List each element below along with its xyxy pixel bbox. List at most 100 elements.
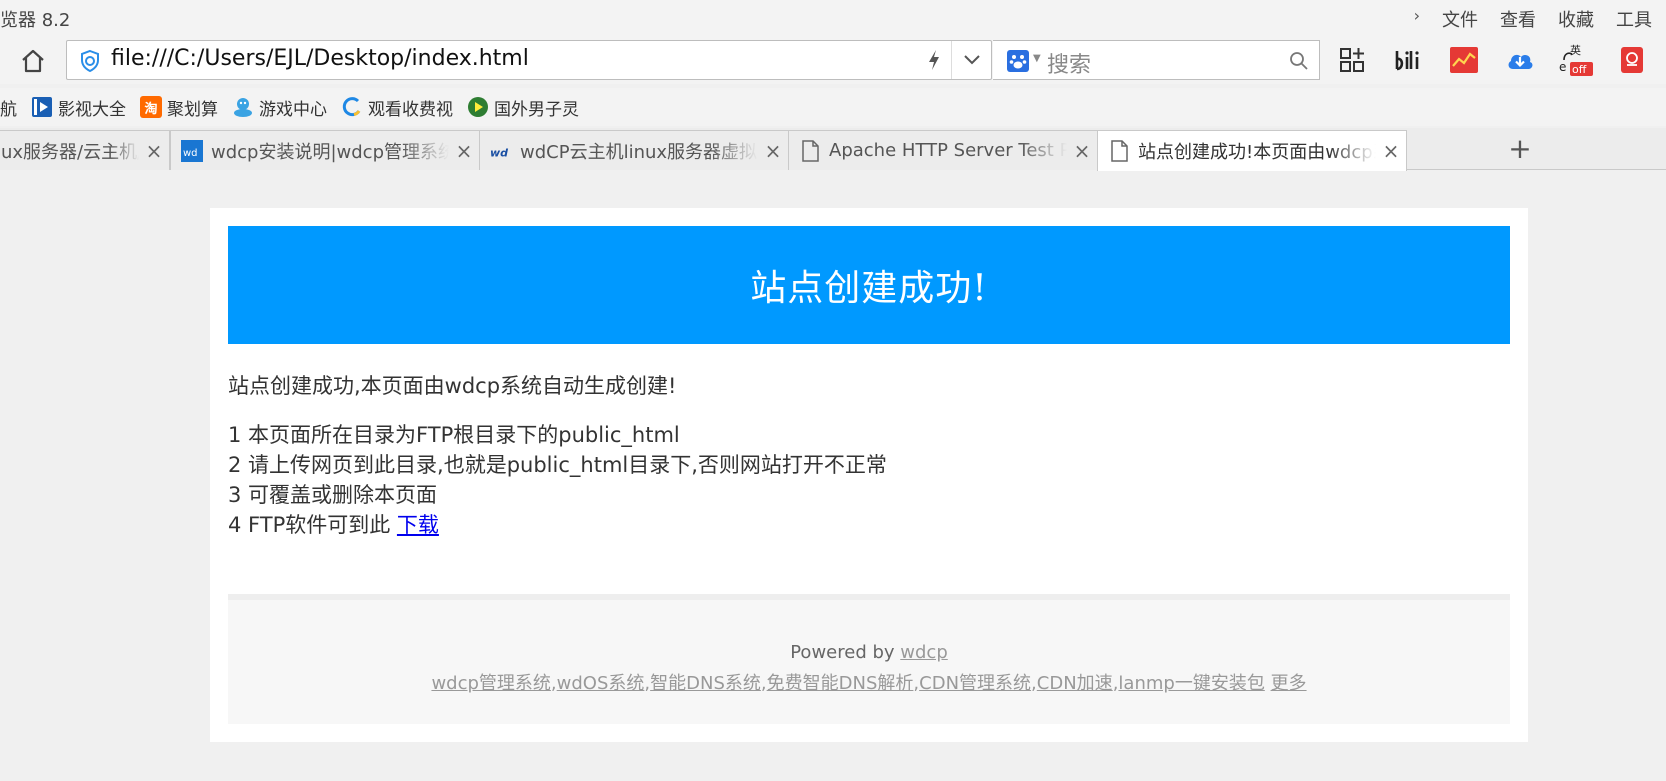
page-icon (799, 139, 821, 162)
play-icon (467, 96, 489, 118)
lightning-icon[interactable] (927, 49, 941, 71)
powered-prefix: Powered by (790, 642, 901, 663)
toolbar-extensions: 英 e off (1334, 42, 1650, 78)
tab-label: ux服务器/云主机/ (1, 141, 139, 163)
content-card: 站点创建成功! 站点创建成功,本页面由wdcp系统自动生成创建! 1 本页面所在… (210, 208, 1528, 742)
url-dropdown-button[interactable] (951, 41, 991, 79)
red-envelope-button[interactable] (1614, 42, 1650, 78)
translate-badge: off (1572, 63, 1587, 76)
footer-link-cdn-admin[interactable]: CDN管理系统 (919, 673, 1031, 694)
game-icon (232, 96, 254, 118)
step-2: 2 请上传网页到此目录,也就是public_html目录下,否则网站打开不正常 (228, 453, 887, 477)
tab-2[interactable]: wd wdcp安装说明|wdcp管理系统 × (170, 130, 480, 170)
bookmark-label: 聚划算 (167, 99, 218, 120)
translate-toggle-button[interactable]: 英 e off (1558, 42, 1594, 78)
apps-grid-icon (1340, 48, 1364, 72)
menu-file[interactable]: 文件 (1442, 6, 1478, 32)
tab-5-active[interactable]: 站点创建成功!本页面由wdcp系 × (1097, 130, 1407, 171)
footer-link-cdn[interactable]: CDN加速 (1037, 673, 1113, 694)
bookmark-label: 航 (0, 99, 17, 120)
tab-1[interactable]: ux服务器/云主机/ × (0, 130, 170, 170)
bookmark-nav[interactable]: 航 (0, 95, 17, 120)
home-button[interactable] (16, 44, 50, 78)
cloud-download-icon (1508, 54, 1533, 69)
step-1: 1 本页面所在目录为FTP根目录下的public_html (228, 423, 680, 447)
footer-link-wdcp-admin[interactable]: wdcp管理系统 (431, 673, 550, 694)
close-icon[interactable]: × (1376, 139, 1406, 163)
step-4-text: 4 FTP软件可到此 (228, 513, 397, 537)
close-icon[interactable]: × (758, 139, 788, 163)
tab-strip: ux服务器/云主机/ × wd wdcp安装说明|wdcp管理系统 × wd w… (0, 128, 1666, 171)
search-box[interactable]: ▼ 搜索 (993, 40, 1320, 80)
bookmark-label: 游戏中心 (259, 99, 327, 120)
tab-label: wdcp安装说明|wdcp管理系统 (211, 141, 449, 163)
step-4: 4 FTP软件可到此 下载 (228, 510, 887, 540)
close-icon[interactable]: × (139, 139, 169, 163)
tab-4[interactable]: Apache HTTP Server Test Pa × (788, 130, 1098, 170)
download-link[interactable]: 下载 (397, 513, 439, 537)
page-icon (1108, 140, 1130, 162)
instruction-list: 1 本页面所在目录为FTP根目录下的public_html 2 请上传网页到此目… (228, 420, 887, 540)
step-3: 3 可覆盖或删除本页面 (228, 483, 438, 507)
new-tab-button[interactable]: + (1500, 132, 1540, 168)
red-envelope-icon (1621, 47, 1643, 73)
bookmarks-bar: 航 影视大全 淘 聚划算 游戏中心 观看收费视 国外男子灵 (0, 88, 1666, 126)
bookmark-label: 影视大全 (58, 99, 126, 120)
footer-link-lanmp[interactable]: lanmp一键安装包 (1118, 673, 1264, 694)
tab-label: 站点创建成功!本页面由wdcp系 (1138, 142, 1376, 163)
app-title: 览器 8.2 (0, 10, 71, 31)
footer-links: wdcp管理系统,wdOS系统,智能DNS系统,免费智能DNS解析,CDN管理系… (431, 673, 1307, 694)
menu-favorites[interactable]: 收藏 (1558, 6, 1594, 32)
bookmark-video[interactable]: 影视大全 (31, 95, 126, 120)
bookmark-foreign[interactable]: 国外男子灵 (467, 95, 579, 120)
footer: Powered by wdcp wdcp管理系统,wdOS系统,智能DNS系统,… (228, 594, 1510, 724)
search-icon[interactable] (1289, 51, 1309, 71)
stock-chart-icon (1450, 47, 1478, 73)
tab-label: wdCP云主机linux服务器虚拟主 (520, 141, 758, 163)
svg-text:wd: wd (183, 148, 198, 159)
bookmark-juhuasuan[interactable]: 淘 聚划算 (140, 95, 218, 120)
baidu-paw-icon[interactable] (1007, 50, 1029, 72)
translate-off-icon: 英 e off (1559, 43, 1593, 76)
taobao-icon: 淘 (140, 96, 162, 118)
home-icon (22, 49, 44, 73)
wdcp-blue-icon: wd (181, 139, 203, 162)
url-text[interactable]: file:///C:/Users/EJL/Desktop/index.html (111, 46, 529, 71)
cloud-download-button[interactable] (1502, 42, 1538, 78)
title-bar: 览器 8.2 › 文件 查看 收藏 工具 (0, 0, 1666, 36)
bilibili-button[interactable] (1390, 42, 1426, 78)
nav-bar: file:///C:/Users/EJL/Desktop/index.html … (0, 36, 1666, 84)
search-engine-caret-icon[interactable]: ▼ (1033, 53, 1041, 64)
close-icon[interactable]: × (449, 139, 479, 163)
bookmark-label: 国外男子灵 (494, 99, 579, 120)
bookmark-label: 观看收费视 (368, 99, 453, 120)
search-input[interactable]: 搜索 (1047, 47, 1091, 79)
chevron-down-icon (963, 55, 980, 65)
success-banner: 站点创建成功! (228, 226, 1510, 344)
apps-grid-button[interactable] (1334, 42, 1370, 78)
svg-text:e: e (1559, 60, 1566, 74)
footer-link-smart-dns[interactable]: 智能DNS系统 (650, 673, 761, 694)
bilibili-icon (1395, 51, 1419, 71)
footer-link-wdos[interactable]: wdOS系统 (557, 673, 645, 694)
tab-3[interactable]: wd wdCP云主机linux服务器虚拟主 × (479, 130, 789, 170)
chevron-right-icon[interactable]: › (1414, 6, 1420, 32)
stock-chart-button[interactable] (1446, 42, 1482, 78)
powered-by: Powered by wdcp (228, 642, 1510, 663)
wdcp-link[interactable]: wdcp (900, 642, 947, 663)
close-icon[interactable]: × (1067, 139, 1097, 163)
bookmark-game-center[interactable]: 游戏中心 (232, 95, 327, 120)
shield-icon[interactable] (79, 49, 101, 73)
wdcp-logo-icon: wd (490, 140, 512, 162)
tab-label: Apache HTTP Server Test Pa (829, 140, 1067, 161)
svg-text:wd: wd (490, 146, 508, 159)
menu-view[interactable]: 查看 (1500, 6, 1536, 32)
page-title: 站点创建成功! (750, 268, 988, 309)
footer-link-more[interactable]: 更多 (1271, 673, 1307, 694)
menu-tools[interactable]: 工具 (1616, 6, 1652, 32)
menu-bar: › 文件 查看 收藏 工具 (1414, 6, 1652, 32)
video-icon (31, 96, 53, 118)
bookmark-paid-video[interactable]: 观看收费视 (341, 95, 453, 120)
address-bar[interactable]: file:///C:/Users/EJL/Desktop/index.html (66, 40, 992, 80)
footer-link-free-dns[interactable]: 免费智能DNS解析 (767, 673, 914, 694)
